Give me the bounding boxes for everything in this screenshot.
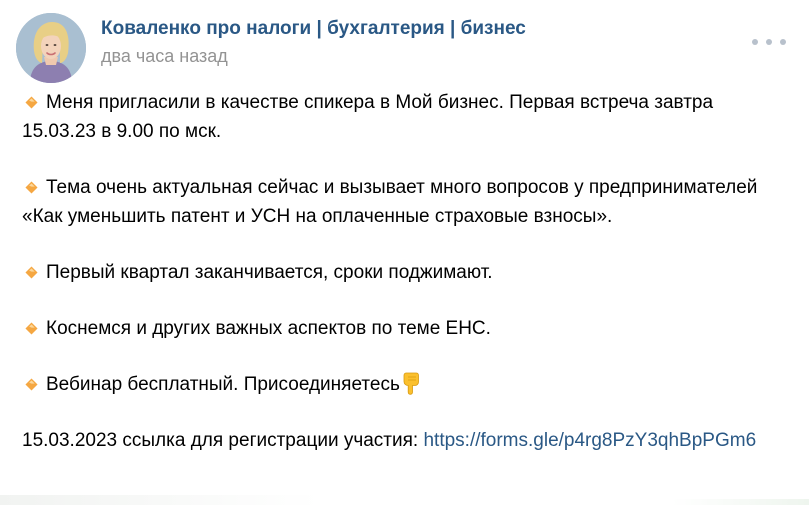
orange-diamond-icon: [25, 378, 38, 391]
post-paragraph: Первый квартал заканчивается, сроки подж…: [22, 258, 792, 287]
post-paragraph: Тема очень актуальная сейчас и вызывает …: [22, 173, 792, 231]
orange-diamond-icon: [25, 96, 38, 109]
pointing-down-hand-icon: [403, 372, 419, 395]
next-post-edge: [672, 499, 809, 505]
next-post-edge: [0, 495, 320, 505]
orange-diamond-icon: [25, 322, 38, 335]
registration-text: 15.03.2023 ссылка для регистрации участи…: [22, 430, 424, 451]
post-paragraph-text: Вебинар бесплатный. Присоединяетесь: [46, 374, 400, 395]
post-text: Меня пригласили в качестве спикера в Мой…: [22, 88, 792, 455]
post-paragraph: Меня пригласили в качестве спикера в Мой…: [22, 88, 792, 146]
post-author-name[interactable]: Коваленко про налоги | бухгалтерия | биз…: [101, 18, 526, 40]
post-paragraph-text: Первый квартал заканчивается, сроки подж…: [46, 262, 493, 283]
post-paragraph-text: Меня пригласили в качестве спикера в Мой…: [22, 92, 714, 142]
post: Коваленко про налоги | бухгалтерия | биз…: [0, 0, 809, 505]
more-options-dot: [766, 39, 772, 45]
post-timestamp[interactable]: два часа назад: [101, 46, 228, 67]
post-paragraph: Вебинар бесплатный. Присоединяетесь: [22, 370, 792, 399]
orange-diamond-icon: [25, 266, 38, 279]
post-paragraph: Коснемся и других важных аспектов по тем…: [22, 314, 792, 343]
more-options-dot: [752, 39, 758, 45]
registration-link[interactable]: https://forms.gle/p4rg8PzY3qhBpPGm6: [423, 430, 756, 451]
post-paragraph-text: Коснемся и других важных аспектов по тем…: [46, 318, 491, 339]
more-options-icon[interactable]: [752, 32, 786, 52]
registration-line: 15.03.2023 ссылка для регистрации участи…: [22, 426, 792, 455]
post-paragraph-text: Тема очень актуальная сейчас и вызывает …: [22, 177, 758, 227]
author-avatar[interactable]: [16, 13, 86, 83]
orange-diamond-icon: [25, 181, 38, 194]
more-options-dot: [780, 39, 786, 45]
